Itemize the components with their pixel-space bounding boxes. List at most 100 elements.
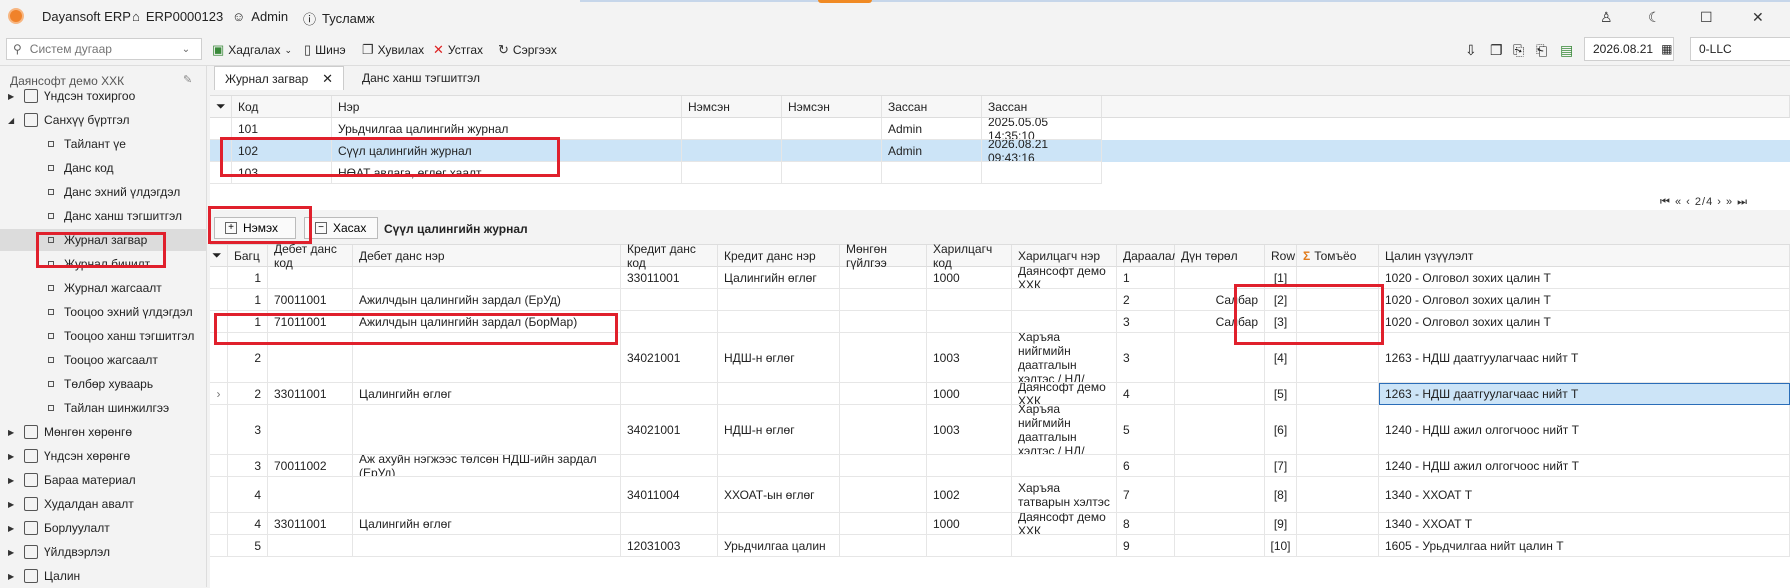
grid2-cell[interactable]: 2 xyxy=(228,333,268,383)
grid2-cell[interactable]: [9] xyxy=(1265,513,1297,535)
download-icon[interactable]: ⇩ xyxy=(1465,42,1477,59)
grid2-cell[interactable] xyxy=(1175,267,1265,289)
grid2-cell[interactable] xyxy=(1012,535,1117,557)
grid2-cell[interactable]: 1000 xyxy=(927,383,1012,405)
grid2-cell[interactable] xyxy=(840,535,927,557)
grid2-cell[interactable]: Аж ахуйн нэгжээс төлсөн НДШ-ийн зардал (… xyxy=(353,455,621,477)
grid1-cell[interactable] xyxy=(882,162,982,184)
maximize-icon[interactable]: ☐ xyxy=(1700,9,1713,26)
grid1-cell[interactable] xyxy=(782,140,882,162)
grid2-header-1[interactable]: Дебет данс код xyxy=(268,242,353,270)
grid2-cell[interactable]: 3 xyxy=(1117,311,1175,333)
tab-journal-template[interactable]: Журнал загвар ✕ xyxy=(214,66,344,90)
grid2-cell[interactable]: 1263 - НДШ даатгуулагчаас нийт Т xyxy=(1379,383,1790,405)
grid1-cell[interactable]: Сүүл цалингийн журнал xyxy=(332,140,682,162)
grid2-cell[interactable] xyxy=(718,383,840,405)
grid2-cell[interactable]: 1 xyxy=(228,267,268,289)
grid2-cell[interactable]: [6] xyxy=(1265,405,1297,455)
pager[interactable]: ⏮ « ‹ 2/4 › » ⏭ xyxy=(1660,196,1748,209)
grid2-cell[interactable] xyxy=(353,535,621,557)
theme-moon-icon[interactable]: ☾ xyxy=(1648,9,1661,26)
sidebar-item-16[interactable]: ▶ Бараа материал xyxy=(0,469,206,491)
row-indicator[interactable] xyxy=(210,535,228,557)
grid2-cell[interactable]: 1000 xyxy=(927,267,1012,289)
grid2-cell[interactable] xyxy=(1297,311,1379,333)
grid2-cell[interactable]: 6 xyxy=(1117,455,1175,477)
company-code-field[interactable]: 0-LLC xyxy=(1690,37,1790,61)
sidebar-item-14[interactable]: ▶ Мөнгөн хөрөнгө xyxy=(0,421,206,443)
row-indicator[interactable] xyxy=(210,162,232,184)
grid2-header-9[interactable]: Дүн төрөл xyxy=(1175,245,1265,267)
calendar-icon[interactable]: ▦ xyxy=(1661,42,1672,56)
expand-arrow-icon[interactable]: ▶ xyxy=(8,452,18,461)
grid2-cell[interactable]: [5] xyxy=(1265,383,1297,405)
grid2-cell[interactable] xyxy=(621,513,718,535)
sidebar-item-10[interactable]: Тооцоо ханш тэгшитгэл xyxy=(0,325,206,347)
search-box[interactable]: ⚲ ⌄ xyxy=(6,38,202,60)
refresh-button[interactable]: ↻ Сэргээх xyxy=(498,42,557,58)
grid2-cell[interactable]: 4 xyxy=(228,477,268,513)
grid2-cell[interactable]: 1605 - Урьдчилгаа нийт цалин Т xyxy=(1379,535,1790,557)
grid2-cell[interactable] xyxy=(840,333,927,383)
grid2-header-3[interactable]: Кредит данс код xyxy=(621,242,718,270)
grid2-cell[interactable] xyxy=(353,477,621,513)
tab-currency-revaluation[interactable]: Данс ханш тэгшитгэл xyxy=(352,66,502,90)
row-indicator[interactable]: › xyxy=(210,383,228,405)
grid2-header-5[interactable]: Мөнгөн гүйлгээ xyxy=(840,242,927,270)
grid1-header-3[interactable]: Нэмсэн xyxy=(782,96,882,118)
grid2-cell[interactable] xyxy=(927,311,1012,333)
row-indicator[interactable] xyxy=(210,267,228,289)
grid2-cell[interactable]: 33011001 xyxy=(268,383,353,405)
remove-button[interactable]: − Хасах xyxy=(304,217,378,239)
grid2-cell[interactable] xyxy=(1012,455,1117,477)
grid2-cell[interactable] xyxy=(1175,333,1265,383)
grid2-cell[interactable]: [2] xyxy=(1265,289,1297,311)
grid2-cell[interactable]: 71011001 xyxy=(268,311,353,333)
grid2-cell[interactable]: 1 xyxy=(228,289,268,311)
save-button[interactable]: ▣ Хадгалах ⌄ xyxy=(212,42,292,58)
grid2-cell[interactable]: 34021001 xyxy=(621,405,718,455)
grid2-cell[interactable] xyxy=(621,383,718,405)
last-page-icon[interactable]: ⏭ xyxy=(1737,196,1748,208)
sidebar-item-12[interactable]: Төлбөр хуваарь xyxy=(0,373,206,395)
grid2-cell[interactable] xyxy=(621,311,718,333)
grid2-cell[interactable] xyxy=(1012,311,1117,333)
grid2-cell[interactable] xyxy=(353,267,621,289)
grid2-cell[interactable]: 34011004 xyxy=(621,477,718,513)
grid1-cell[interactable] xyxy=(782,162,882,184)
grid2-cell[interactable] xyxy=(1297,383,1379,405)
grid2-cell[interactable]: 3 xyxy=(228,455,268,477)
expand-arrow-icon[interactable]: ▶ xyxy=(8,500,18,509)
grid2-cell[interactable]: НДШ-н өглөг xyxy=(718,405,840,455)
grid2-cell[interactable] xyxy=(927,289,1012,311)
grid1-header-0[interactable]: Код xyxy=(232,96,332,118)
grid2-header-7[interactable]: Харилцагч нэр xyxy=(1012,245,1117,267)
grid2-header-12[interactable]: Цалин үзүүлэлт xyxy=(1379,245,1790,267)
grid2-cell[interactable] xyxy=(840,405,927,455)
grid2-cell[interactable]: 3 xyxy=(228,405,268,455)
grid2-cell[interactable]: 2 xyxy=(1117,289,1175,311)
new-button[interactable]: ▯ Шинэ xyxy=(304,42,346,58)
prev-page-icon[interactable]: ‹ xyxy=(1686,196,1691,208)
grid2-cell[interactable] xyxy=(353,405,621,455)
expand-arrow-icon[interactable]: ▶ xyxy=(8,572,18,581)
grid2-cell[interactable] xyxy=(718,455,840,477)
grid2-cell[interactable]: Ажилчдын цалингийн зардал (ЕрУд) xyxy=(353,289,621,311)
row-indicator[interactable] xyxy=(210,477,228,513)
grid2-header-2[interactable]: Дебет данс нэр xyxy=(353,245,621,267)
grid1-cell[interactable]: 2026.08.21 09:43:16 xyxy=(982,140,1102,162)
grid1-cell[interactable]: НӨАТ авлага, өглөг хаалт xyxy=(332,162,682,184)
grid2-cell[interactable] xyxy=(268,405,353,455)
next-many-icon[interactable]: » xyxy=(1726,196,1733,208)
grid2-cell[interactable]: 1020 - Олговол зохих цалин Т xyxy=(1379,267,1790,289)
save-dropdown-icon[interactable]: ⌄ xyxy=(284,45,292,56)
paste-icon[interactable]: ⎘ xyxy=(1513,42,1524,59)
grid1-cell[interactable]: Урьдчилгаа цалингийн журнал xyxy=(332,118,682,140)
grid1-cell[interactable]: 101 xyxy=(232,118,332,140)
grid2-cell[interactable] xyxy=(1012,289,1117,311)
grid2-cell[interactable] xyxy=(621,289,718,311)
home-code[interactable]: ⌂ ERP0000123 xyxy=(132,9,223,24)
grid2-cell[interactable]: 1263 - НДШ даатгуулагчаас нийт Т xyxy=(1379,333,1790,383)
grid2-header-6[interactable]: Харилцагч код xyxy=(927,242,1012,270)
grid2-header-0[interactable]: Багц xyxy=(228,245,268,267)
